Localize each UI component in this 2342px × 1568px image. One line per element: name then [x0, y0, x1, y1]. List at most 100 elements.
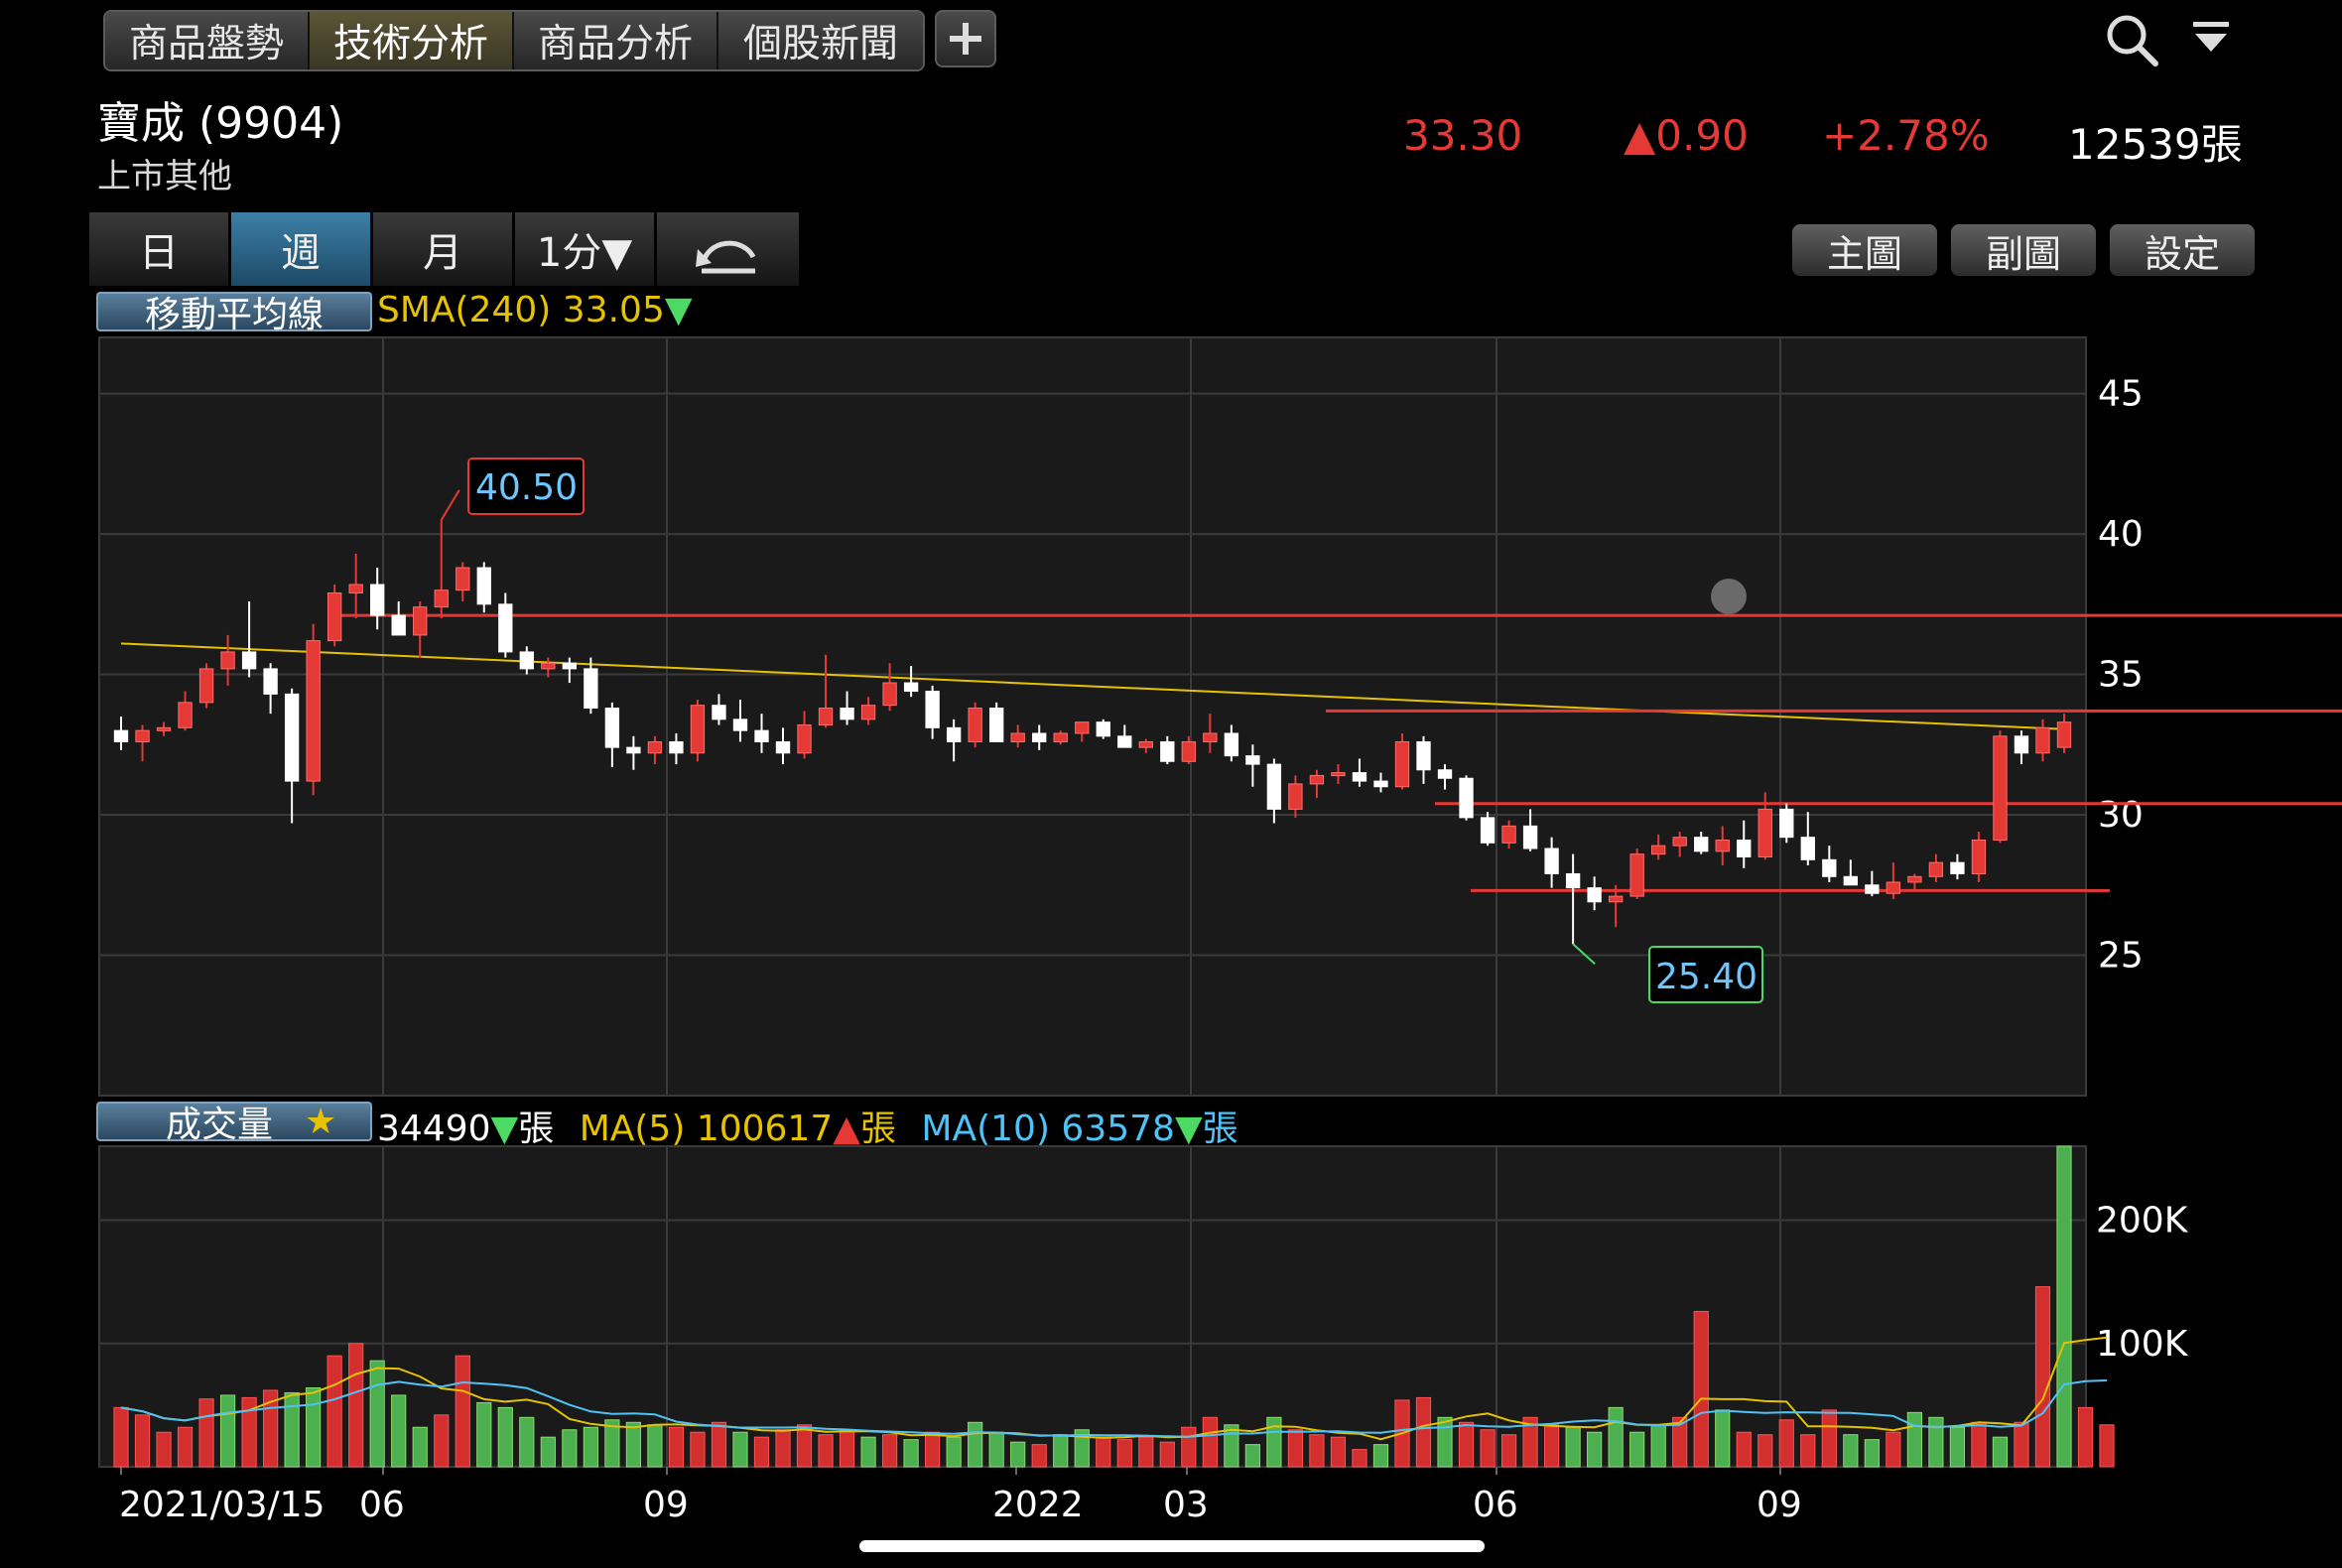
volume-bar — [391, 1394, 407, 1468]
volume-bar — [946, 1436, 962, 1468]
candle-body — [604, 708, 620, 748]
candle-body — [326, 591, 342, 642]
candle-body — [1779, 808, 1794, 839]
volume-bar — [1480, 1429, 1496, 1468]
volume-bar — [219, 1394, 236, 1468]
price-tick-label: 35 — [2098, 655, 2144, 696]
candle-body — [1075, 721, 1090, 734]
volume-bar — [2034, 1286, 2051, 1468]
candle-body — [241, 651, 257, 670]
volume-bar — [455, 1355, 470, 1468]
candle-body — [562, 662, 578, 670]
volume-bar — [434, 1414, 450, 1468]
volume-bar — [134, 1414, 151, 1468]
volume-bar — [1181, 1426, 1197, 1468]
candle-body — [1737, 840, 1752, 857]
volume-bar — [796, 1424, 813, 1468]
candle-body — [669, 740, 684, 754]
candle-body — [1608, 895, 1624, 903]
volume-bar — [839, 1429, 855, 1468]
volume-bar — [732, 1431, 748, 1468]
volume-bar — [326, 1355, 342, 1468]
volume-bar — [1906, 1411, 1922, 1468]
volume-bar — [1821, 1409, 1837, 1468]
candle-body — [712, 705, 726, 720]
volume-bar — [1757, 1434, 1773, 1468]
volume-bar — [583, 1426, 598, 1468]
candle-body — [818, 708, 834, 725]
volume-bar — [1629, 1431, 1645, 1468]
volume-bar — [1202, 1416, 1218, 1468]
candle-body — [1522, 825, 1538, 849]
volume-bar — [1843, 1434, 1859, 1468]
candle-body — [1181, 740, 1196, 762]
candle-body — [903, 682, 919, 693]
candle-body — [1907, 875, 1922, 883]
x-tick-label: 09 — [1756, 1485, 1802, 1525]
volume-bar — [1352, 1449, 1367, 1468]
volume-bar — [348, 1343, 364, 1468]
volume-bar — [968, 1421, 983, 1468]
volume-bar — [1287, 1429, 1304, 1468]
volume-bar — [1800, 1434, 1816, 1468]
volume-bar — [1116, 1439, 1132, 1468]
volume-bar — [306, 1386, 322, 1468]
volume-bar — [1309, 1434, 1325, 1468]
volume-bar — [1330, 1436, 1347, 1468]
candle-body — [1266, 763, 1282, 810]
volume-bar — [1565, 1426, 1581, 1468]
high-label-text: 40.50 — [475, 467, 578, 508]
candle-body — [732, 719, 748, 731]
volume-bar — [753, 1436, 770, 1468]
candle-body — [925, 691, 940, 728]
volume-bar — [1608, 1406, 1624, 1468]
candle-body — [882, 682, 897, 707]
candle-body — [1245, 755, 1260, 765]
candle-body — [198, 668, 214, 704]
candle-body — [135, 729, 150, 742]
volume-bar — [1650, 1424, 1666, 1468]
candle-body — [220, 651, 235, 670]
candle-body — [1544, 848, 1559, 874]
volume-tick-label: 100K — [2096, 1324, 2189, 1365]
volume-bar — [2056, 1145, 2072, 1468]
volume-bar — [476, 1401, 492, 1468]
candle-body — [1288, 783, 1303, 810]
volume-bar — [1372, 1444, 1389, 1468]
price-tick-label: 30 — [2098, 795, 2144, 836]
volume-bar — [711, 1421, 727, 1468]
candle-body — [1928, 861, 1944, 877]
chart-canvas[interactable]: 25 30 35 40 45 100K 200K 2021/03/15 06 09 2022 03 06… — [0, 0, 2342, 1568]
candle-body — [1672, 837, 1687, 847]
candle-body — [1565, 872, 1581, 889]
candle-body — [434, 589, 449, 608]
volume-bar — [2099, 1424, 2115, 1468]
volume-bar — [540, 1436, 556, 1468]
candle-body — [1373, 780, 1388, 788]
volume-bar — [1415, 1396, 1432, 1468]
candle-body — [1394, 740, 1410, 788]
candle-body — [989, 708, 1004, 742]
candle-body — [1480, 817, 1496, 844]
candle-body — [391, 614, 406, 636]
candle-body — [455, 567, 470, 591]
volume-bar — [988, 1431, 1004, 1468]
candle-body — [797, 723, 812, 754]
volume-bar — [1138, 1436, 1154, 1468]
candle-body — [1010, 732, 1025, 742]
candle-body — [968, 708, 982, 742]
volume-bar — [1437, 1416, 1453, 1468]
volume-bar — [1949, 1426, 1966, 1468]
volume-bar — [1715, 1409, 1731, 1468]
candle-body — [370, 584, 385, 616]
candle-body — [1053, 732, 1068, 742]
x-tick-label: 2021/03/15 — [119, 1485, 325, 1525]
candle-body — [1032, 732, 1047, 742]
volume-bar — [775, 1429, 791, 1468]
candle-body — [1309, 774, 1325, 785]
candle-body — [1886, 881, 1901, 894]
candle-body — [775, 740, 791, 754]
candle-body — [284, 693, 300, 782]
candle-body — [946, 726, 962, 742]
candle-body — [1352, 772, 1367, 782]
